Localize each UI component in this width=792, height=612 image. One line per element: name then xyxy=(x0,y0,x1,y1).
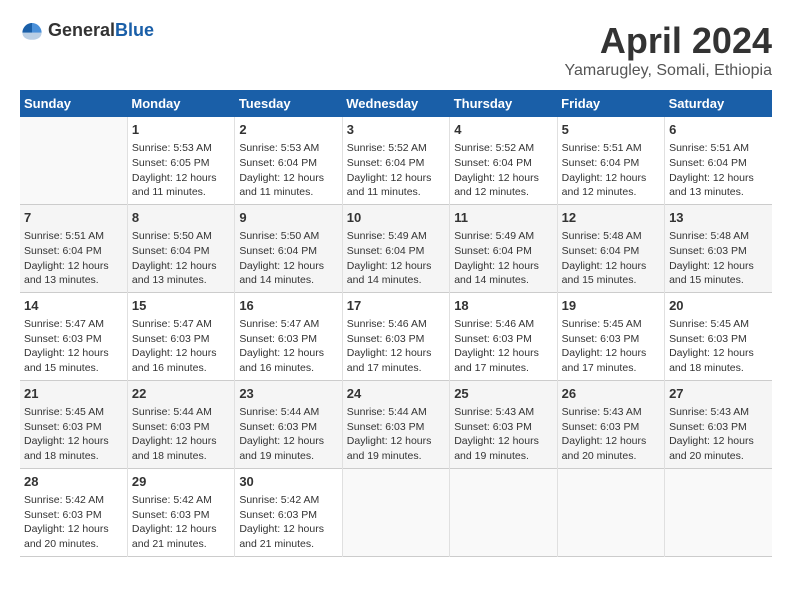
calendar-table: SundayMondayTuesdayWednesdayThursdayFrid… xyxy=(20,90,772,557)
day-number: 13 xyxy=(669,209,768,227)
week-row-2: 7Sunrise: 5:51 AMSunset: 6:04 PMDaylight… xyxy=(20,204,772,292)
day-cell: 3Sunrise: 5:52 AMSunset: 6:04 PMDaylight… xyxy=(342,117,449,204)
day-cell xyxy=(665,468,772,556)
day-cell: 19Sunrise: 5:45 AMSunset: 6:03 PMDayligh… xyxy=(557,292,664,380)
day-cell: 8Sunrise: 5:50 AMSunset: 6:04 PMDaylight… xyxy=(127,204,234,292)
day-number: 8 xyxy=(132,209,230,227)
day-cell: 6Sunrise: 5:51 AMSunset: 6:04 PMDaylight… xyxy=(665,117,772,204)
day-number: 10 xyxy=(347,209,445,227)
day-cell: 27Sunrise: 5:43 AMSunset: 6:03 PMDayligh… xyxy=(665,380,772,468)
logo: GeneralBlue xyxy=(20,20,154,41)
day-number: 18 xyxy=(454,297,552,315)
day-cell: 2Sunrise: 5:53 AMSunset: 6:04 PMDaylight… xyxy=(235,117,342,204)
day-number: 5 xyxy=(562,121,660,139)
day-number: 3 xyxy=(347,121,445,139)
day-number: 16 xyxy=(239,297,337,315)
day-number: 29 xyxy=(132,473,230,491)
day-cell: 16Sunrise: 5:47 AMSunset: 6:03 PMDayligh… xyxy=(235,292,342,380)
day-cell: 7Sunrise: 5:51 AMSunset: 6:04 PMDaylight… xyxy=(20,204,127,292)
day-cell xyxy=(342,468,449,556)
day-cell: 11Sunrise: 5:49 AMSunset: 6:04 PMDayligh… xyxy=(450,204,557,292)
day-cell xyxy=(557,468,664,556)
day-cell: 21Sunrise: 5:45 AMSunset: 6:03 PMDayligh… xyxy=(20,380,127,468)
week-row-1: 1Sunrise: 5:53 AMSunset: 6:05 PMDaylight… xyxy=(20,117,772,204)
day-cell: 9Sunrise: 5:50 AMSunset: 6:04 PMDaylight… xyxy=(235,204,342,292)
day-number: 28 xyxy=(24,473,123,491)
column-header-monday: Monday xyxy=(127,90,234,117)
column-header-thursday: Thursday xyxy=(450,90,557,117)
logo-blue: Blue xyxy=(115,20,154,40)
week-row-3: 14Sunrise: 5:47 AMSunset: 6:03 PMDayligh… xyxy=(20,292,772,380)
day-number: 26 xyxy=(562,385,660,403)
day-number: 30 xyxy=(239,473,337,491)
day-cell: 23Sunrise: 5:44 AMSunset: 6:03 PMDayligh… xyxy=(235,380,342,468)
column-header-friday: Friday xyxy=(557,90,664,117)
logo-icon xyxy=(20,21,44,41)
day-number: 19 xyxy=(562,297,660,315)
day-number: 11 xyxy=(454,209,552,227)
day-cell: 25Sunrise: 5:43 AMSunset: 6:03 PMDayligh… xyxy=(450,380,557,468)
logo-text: GeneralBlue xyxy=(48,20,154,41)
column-header-saturday: Saturday xyxy=(665,90,772,117)
day-cell: 12Sunrise: 5:48 AMSunset: 6:04 PMDayligh… xyxy=(557,204,664,292)
day-cell: 26Sunrise: 5:43 AMSunset: 6:03 PMDayligh… xyxy=(557,380,664,468)
day-cell: 17Sunrise: 5:46 AMSunset: 6:03 PMDayligh… xyxy=(342,292,449,380)
day-cell xyxy=(450,468,557,556)
day-number: 12 xyxy=(562,209,660,227)
day-cell: 1Sunrise: 5:53 AMSunset: 6:05 PMDaylight… xyxy=(127,117,234,204)
day-number: 15 xyxy=(132,297,230,315)
header: GeneralBlue April 2024 Yamarugley, Somal… xyxy=(20,20,772,80)
day-number: 4 xyxy=(454,121,552,139)
day-number: 6 xyxy=(669,121,768,139)
day-number: 21 xyxy=(24,385,123,403)
day-number: 20 xyxy=(669,297,768,315)
title-section: April 2024 Yamarugley, Somali, Ethiopia xyxy=(564,20,772,80)
week-row-4: 21Sunrise: 5:45 AMSunset: 6:03 PMDayligh… xyxy=(20,380,772,468)
day-cell: 29Sunrise: 5:42 AMSunset: 6:03 PMDayligh… xyxy=(127,468,234,556)
day-cell: 5Sunrise: 5:51 AMSunset: 6:04 PMDaylight… xyxy=(557,117,664,204)
main-title: April 2024 xyxy=(564,20,772,62)
column-header-tuesday: Tuesday xyxy=(235,90,342,117)
day-cell: 30Sunrise: 5:42 AMSunset: 6:03 PMDayligh… xyxy=(235,468,342,556)
column-header-sunday: Sunday xyxy=(20,90,127,117)
day-cell: 24Sunrise: 5:44 AMSunset: 6:03 PMDayligh… xyxy=(342,380,449,468)
day-cell: 14Sunrise: 5:47 AMSunset: 6:03 PMDayligh… xyxy=(20,292,127,380)
day-number: 14 xyxy=(24,297,123,315)
day-number: 2 xyxy=(239,121,337,139)
day-cell: 4Sunrise: 5:52 AMSunset: 6:04 PMDaylight… xyxy=(450,117,557,204)
column-header-wednesday: Wednesday xyxy=(342,90,449,117)
header-row: SundayMondayTuesdayWednesdayThursdayFrid… xyxy=(20,90,772,117)
day-number: 25 xyxy=(454,385,552,403)
day-cell: 22Sunrise: 5:44 AMSunset: 6:03 PMDayligh… xyxy=(127,380,234,468)
logo-general: General xyxy=(48,20,115,40)
day-number: 7 xyxy=(24,209,123,227)
day-cell: 15Sunrise: 5:47 AMSunset: 6:03 PMDayligh… xyxy=(127,292,234,380)
day-cell: 28Sunrise: 5:42 AMSunset: 6:03 PMDayligh… xyxy=(20,468,127,556)
day-cell: 20Sunrise: 5:45 AMSunset: 6:03 PMDayligh… xyxy=(665,292,772,380)
day-cell xyxy=(20,117,127,204)
day-number: 23 xyxy=(239,385,337,403)
day-number: 24 xyxy=(347,385,445,403)
day-number: 1 xyxy=(132,121,230,139)
day-cell: 13Sunrise: 5:48 AMSunset: 6:03 PMDayligh… xyxy=(665,204,772,292)
day-number: 17 xyxy=(347,297,445,315)
day-number: 9 xyxy=(239,209,337,227)
subtitle: Yamarugley, Somali, Ethiopia xyxy=(564,62,772,80)
day-number: 27 xyxy=(669,385,768,403)
week-row-5: 28Sunrise: 5:42 AMSunset: 6:03 PMDayligh… xyxy=(20,468,772,556)
day-number: 22 xyxy=(132,385,230,403)
day-cell: 18Sunrise: 5:46 AMSunset: 6:03 PMDayligh… xyxy=(450,292,557,380)
day-cell: 10Sunrise: 5:49 AMSunset: 6:04 PMDayligh… xyxy=(342,204,449,292)
